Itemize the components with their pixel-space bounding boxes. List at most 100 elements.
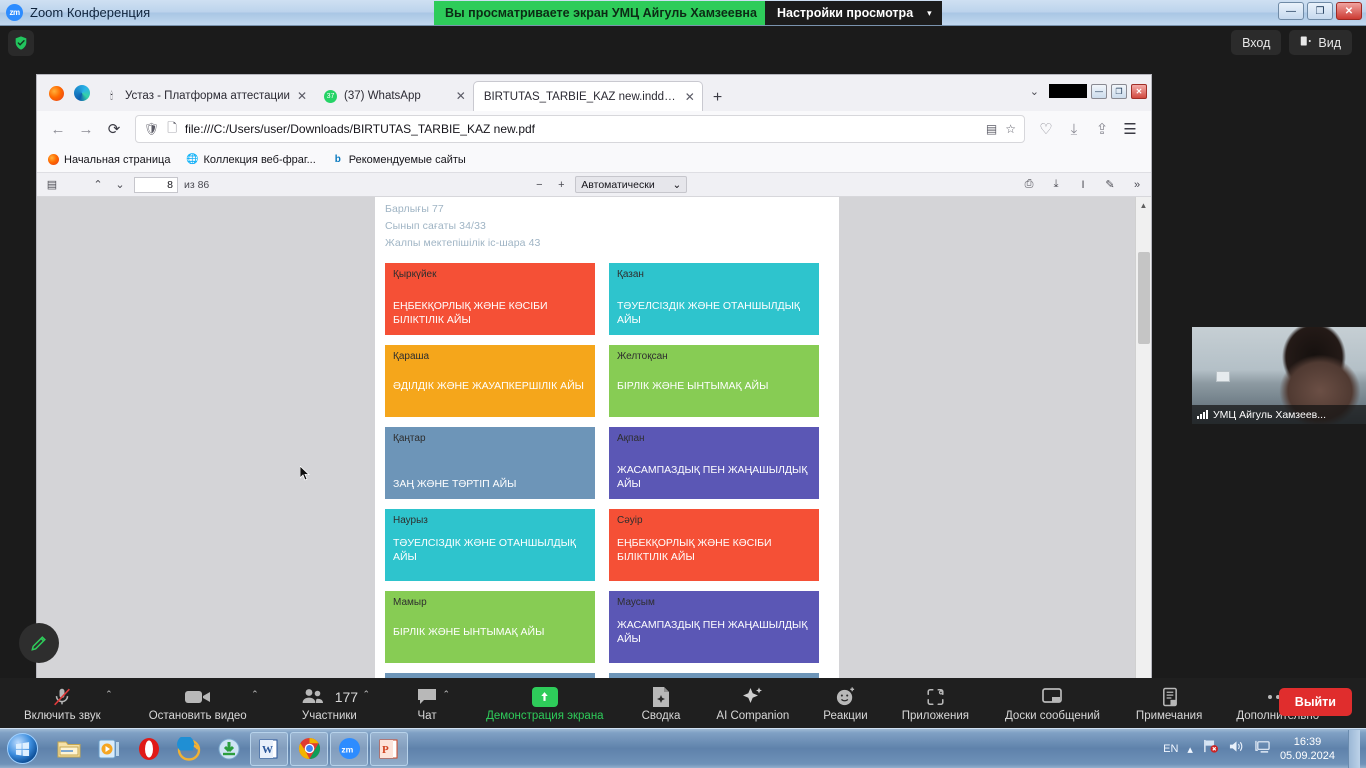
menu-icon[interactable]: ☰ [1117, 116, 1143, 142]
new-tab-button[interactable]: + [703, 89, 732, 111]
toolbar-label: Чат [417, 709, 437, 722]
powerpoint-icon[interactable]: P [370, 731, 408, 766]
view-options-button[interactable]: Настройки просмотра ▾ [765, 1, 942, 25]
bookmark-home[interactable]: Начальная страница [47, 154, 170, 166]
zoom-title-bar: zm Zoom Конференция Вы просматриваете эк… [0, 0, 1366, 26]
toolbar-share-screen[interactable]: Демонстрация экрана [486, 678, 604, 728]
toolbar-reactions[interactable]: Реакции [823, 678, 868, 728]
toolbar-stop-video[interactable]: Остановить видео ⌃ [149, 678, 259, 728]
toolbar-ai-companion[interactable]: AI Companion [716, 678, 789, 728]
draw-icon[interactable]: ✎ [1102, 178, 1118, 191]
browser-tab-whatsapp[interactable]: 37 (37) WhatsApp ✕ [314, 81, 473, 111]
close-button[interactable]: ✕ [1336, 2, 1362, 20]
mouse-cursor [299, 465, 311, 482]
chevron-up-icon[interactable]: ⌃ [105, 689, 113, 700]
screen-sharing-banner: Вы просматриваете экран УМЦ Айгуль Хамзе… [434, 1, 768, 25]
network-error-icon[interactable] [1202, 739, 1219, 759]
browser-tab-strip: 🕯 Устаз - Платформа аттестации ✕ 37 (37)… [37, 75, 1151, 111]
chrome-icon[interactable] [290, 731, 328, 766]
download-manager-icon[interactable] [210, 732, 248, 766]
toolbar-notes[interactable]: Примечания [1136, 678, 1202, 728]
tab-list-chevron-down-icon[interactable]: ⌄ [1030, 85, 1045, 98]
close-icon[interactable]: ✕ [297, 89, 307, 103]
scrollbar-thumb[interactable] [1138, 252, 1150, 344]
monitor-icon[interactable] [1254, 739, 1271, 759]
close-icon[interactable]: ✕ [456, 89, 466, 103]
zoom-level-select[interactable]: Автоматически ⌄ [575, 176, 688, 193]
back-button[interactable]: ← [45, 116, 71, 142]
more-tools-icon[interactable]: » [1129, 179, 1145, 191]
close-button[interactable]: ✕ [1131, 83, 1147, 99]
bookmark-star-icon[interactable]: ☆ [1005, 122, 1016, 136]
bookmark-recommended-sites[interactable]: b Рекомендуемые сайты [332, 154, 466, 166]
zoom-title-left: zm Zoom Конференция [0, 4, 150, 21]
bookmark-label: Рекомендуемые сайты [348, 153, 466, 166]
downloads-icon[interactable]: ⤓ [1061, 116, 1087, 142]
toolbar-summary[interactable]: Сводка [642, 678, 680, 728]
internet-explorer-icon[interactable] [170, 732, 208, 766]
toolbar-chat[interactable]: Чат ⌃ [416, 678, 450, 728]
minimize-button[interactable]: — [1091, 83, 1107, 99]
pdf-scrollbar[interactable]: ▲ ▼ [1135, 197, 1151, 678]
bookmarks-bar: Начальная страница 🌐 Коллекция веб-фраг.… [37, 147, 1151, 173]
reload-button[interactable]: ⟳ [101, 116, 127, 142]
sidebar-icon[interactable]: ▤ [44, 178, 60, 191]
address-bar[interactable]: 🛡 🗋 file:///C:/Users/user/Downloads/BIRT… [135, 115, 1025, 143]
participant-video-thumbnail[interactable]: УМЦ Айгуль Хамзеев... [1192, 327, 1366, 424]
chevron-up-icon[interactable]: ⌃ [363, 689, 371, 700]
word-icon[interactable]: W [250, 731, 288, 766]
minimize-button[interactable]: — [1278, 2, 1304, 20]
chevron-down-icon[interactable]: ⌄ [112, 178, 128, 191]
shield-check-icon[interactable] [8, 30, 34, 56]
pdf-viewport[interactable]: Барлығы 77 Сынып сағаты 34/33 Жалпы мект… [37, 197, 1151, 678]
maximize-button[interactable]: ❐ [1307, 2, 1333, 20]
login-button[interactable]: Вход [1231, 30, 1282, 55]
close-icon[interactable]: ✕ [685, 90, 695, 104]
reactions-smile-icon [835, 685, 856, 709]
svg-text:zm: zm [341, 744, 353, 754]
chevron-up-icon[interactable]: ▴ [1187, 743, 1193, 756]
toolbar-participants[interactable]: 177 Участники ⌃ [301, 678, 370, 728]
toolbar-apps[interactable]: Приложения [902, 678, 969, 728]
zoom-icon[interactable]: zm [330, 731, 368, 766]
chevron-up-icon[interactable]: ⌃ [90, 178, 106, 191]
scroll-up-icon[interactable]: ▲ [1136, 197, 1151, 213]
windows-start-orb-icon[interactable] [2, 732, 42, 766]
account-icon[interactable]: ⇪ [1089, 116, 1115, 142]
zoom-out-button[interactable]: − [531, 179, 547, 191]
page-number-input[interactable]: 8 [134, 176, 178, 193]
pocket-icon[interactable]: ♡ [1033, 116, 1059, 142]
save-icon[interactable]: ⤓ [1048, 178, 1064, 191]
speaker-icon[interactable] [1228, 739, 1245, 759]
restore-button[interactable]: ❐ [1111, 83, 1127, 99]
language-indicator[interactable]: EN [1163, 743, 1178, 755]
toolbar-label: Примечания [1135, 709, 1203, 722]
forward-button[interactable]: → [73, 116, 99, 142]
globe-icon: 🌐 [186, 154, 199, 165]
chevron-up-icon[interactable]: ⌃ [443, 689, 451, 700]
pdf-page-content: Барлығы 77 Сынып сағаты 34/33 Жалпы мект… [375, 197, 839, 678]
chevron-up-icon[interactable]: ⌃ [251, 689, 259, 700]
browser-tab-ustaz[interactable]: 🕯 Устаз - Платформа аттестации ✕ [95, 81, 314, 111]
browser-tab-pdf[interactable]: BIRTUTAS_TARBIE_KAZ new.indd - E ✕ [472, 81, 703, 111]
media-player-icon[interactable] [90, 732, 128, 766]
toolbar-whiteboards[interactable]: Доски сообщений [1005, 678, 1100, 728]
text-select-icon[interactable]: I [1075, 179, 1091, 191]
document-icon: 🗋 [167, 120, 177, 135]
month-label: Сәуір [617, 515, 643, 526]
toolbar-unmute[interactable]: Включить звук ⌃ [24, 678, 113, 728]
opera-icon[interactable] [130, 732, 168, 766]
annotation-pen-icon[interactable] [19, 623, 59, 663]
file-explorer-icon[interactable] [50, 732, 88, 766]
zoom-in-button[interactable]: + [553, 179, 569, 191]
clock[interactable]: 16:39 05.09.2024 [1280, 735, 1335, 764]
leave-meeting-button[interactable]: Выйти [1278, 688, 1352, 716]
clock-date: 05.09.2024 [1279, 750, 1335, 762]
reader-view-icon[interactable]: ▤ [986, 122, 997, 136]
zoom-window-title: Zoom Конференция [30, 5, 151, 20]
pdf-toolbar-right-tools: ⎙ ⤓ I ✎ » [1021, 178, 1145, 191]
view-button[interactable]: Вид [1289, 30, 1352, 55]
bookmark-web-collection[interactable]: 🌐 Коллекция веб-фраг... [186, 154, 316, 166]
show-desktop-button[interactable] [1348, 730, 1360, 768]
print-icon[interactable]: ⎙ [1021, 178, 1037, 191]
